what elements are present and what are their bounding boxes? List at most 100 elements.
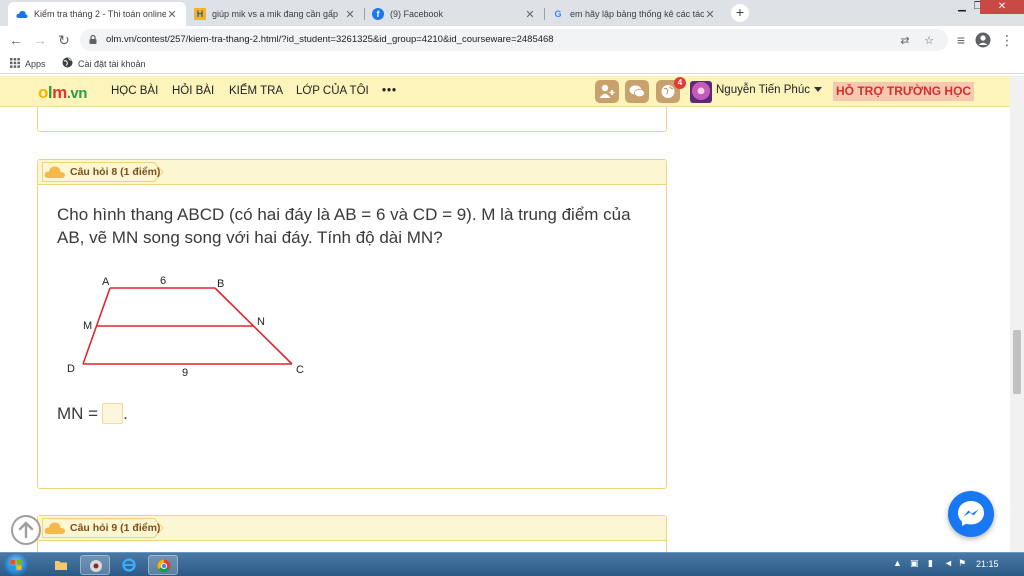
taskbar-ie[interactable] [114,555,144,575]
logo-domain: .vn [66,85,88,102]
question-text: Cho hình thang ABCD (có hai đáy là AB = … [57,205,631,247]
bookmark-apps[interactable]: Apps [10,57,46,71]
globe-notification-icon [661,85,675,98]
volume-icon[interactable]: ◄ [944,558,953,568]
question-label: Câu hỏi 8 (1 điểm) [70,166,161,178]
tab-google[interactable]: G em hãy lập bảng thống kê các tác ✕ [544,2,724,26]
close-tab-icon[interactable]: ✕ [524,8,536,21]
messenger-chat-button[interactable] [948,491,994,537]
nav-kiem-tra[interactable]: KIỂM TRA [229,85,283,97]
olm-logo[interactable]: olm.vn [38,83,87,103]
url-bar[interactable]: olm.vn/contest/257/kiem-tra-thang-2.html… [80,29,948,51]
apps-grid-icon [10,57,20,71]
vertex-label-c: C [296,364,304,376]
avatar[interactable] [690,81,712,103]
messages-button[interactable] [625,80,649,103]
chrome-icon [157,559,171,573]
taskbar-clock[interactable]: 21:15 [976,559,999,569]
close-tab-icon[interactable]: ✕ [344,8,356,21]
cloud-icon [44,522,66,534]
tray-expand-icon[interactable]: ▲ [893,558,902,568]
star-icon[interactable]: ☆ [922,34,936,48]
google-icon: G [554,9,562,19]
nav-hoc-bai[interactable]: HỌC BÀI [111,85,158,97]
bookmarks-bar: Apps Cài đặt tài khoản [0,54,1024,74]
start-button[interactable] [4,554,28,576]
vertex-label-a: A [102,276,110,288]
question-card-8: Câu hỏi 8 (1 điểm) Cho hình thang ABCD (… [37,159,667,489]
profile-icon[interactable] [974,31,992,49]
scrollbar-thumb[interactable] [1013,330,1021,394]
network-icon[interactable]: ▣ [910,558,919,569]
question-card-9: Câu hỏi 9 (1 điểm) [37,515,667,552]
length-label-ab: 6 [160,275,166,287]
point-label-m: M [83,320,92,332]
page-scrollbar[interactable] [1010,76,1024,552]
notification-count-badge: 4 [674,77,686,89]
address-bar-row: ← → ↻ olm.vn/contest/257/kiem-tra-thang-… [0,26,1024,54]
site-navbar: olm.vn HỌC BÀI HỎI BÀI KIỂM TRA LỚP CỦA … [0,76,1010,107]
taskbar-app-2[interactable] [80,555,110,575]
question-label-tag: Câu hỏi 9 (1 điểm) [42,518,180,538]
windows-taskbar: ▲ ▣ ▮ ◄ ⚑ 21:15 [0,552,1024,576]
tab-title: giúp mik vs a mik đang cần gấp [212,9,339,19]
tab-hoc24[interactable]: H giúp mik vs a mik đang cần gấp ✕ [186,2,364,26]
vertex-label-d: D [67,363,75,375]
reload-icon[interactable]: ↻ [55,31,73,49]
folder-icon [55,561,67,570]
chat-bubbles-icon [629,85,645,98]
answer-prefix: MN = [57,403,99,423]
cloud-icon [44,166,66,178]
battery-icon[interactable]: ▮ [928,558,933,569]
bookmark-account-settings[interactable]: Cài đặt tài khoản [62,57,146,71]
tab-title: (9) Facebook [390,9,444,19]
globe-icon [62,57,73,71]
answer-suffix: . [123,403,128,423]
question-header: Câu hỏi 9 (1 điểm) [38,516,666,541]
scroll-to-top-button[interactable] [11,515,41,545]
tab-facebook[interactable]: f (9) Facebook ✕ [364,2,544,26]
logo-letter: m [52,83,67,102]
messenger-icon [958,501,984,526]
nav-more[interactable]: ••• [382,85,397,97]
forward-arrow-icon[interactable]: → [31,31,49,49]
taskbar-chrome[interactable] [148,555,178,575]
close-tab-icon[interactable]: ✕ [166,8,178,21]
flag-icon[interactable]: ⚑ [958,558,966,569]
support-schools-button[interactable]: HỖ TRỢ TRƯỜNG HỌC [833,82,975,101]
page-content: Câu hỏi 8 (1 điểm) Cho hình thang ABCD (… [0,107,1010,552]
chevron-down-icon[interactable] [814,87,822,92]
back-arrow-icon[interactable]: ← [7,31,25,49]
question-header: Câu hỏi 8 (1 điểm) [38,160,666,185]
tab-title: Kiểm tra tháng 2 - Thi toán online [34,9,166,19]
url-text: olm.vn/contest/257/kiem-tra-thang-2.html… [106,34,554,45]
close-window-icon[interactable]: ✕ [980,0,1024,14]
user-plus-icon [599,84,615,98]
username[interactable]: Nguyễn Tiến Phúc [716,84,810,96]
point-label-n: N [257,316,265,328]
vertex-label-b: B [217,278,224,290]
previous-question-card [37,107,667,132]
app-icon [90,560,102,572]
new-tab-button[interactable]: + [731,4,749,22]
browser-tab-strip: Kiểm tra tháng 2 - Thi toán online ✕ H g… [0,0,1024,26]
logo-letter: o [38,83,48,102]
question-label-tag: Câu hỏi 8 (1 điểm) [42,162,180,182]
nav-hoi-bai[interactable]: HỎI BÀI [172,85,214,97]
taskbar-explorer[interactable] [46,555,76,575]
reading-list-icon[interactable]: ≡ [952,31,970,49]
answer-row: MN = . [57,403,128,424]
trapezoid-diagram: A B C D M N 6 9 [67,275,304,379]
hoc24-icon: H [194,8,206,20]
answer-input[interactable] [102,403,124,424]
add-friend-button[interactable] [595,80,619,103]
windows-logo-icon [10,560,22,570]
translate-icon[interactable]: ⇄ [898,34,912,48]
facebook-icon: f [372,8,384,20]
lock-icon [89,35,97,44]
nav-lop-cua-toi[interactable]: LỚP CỦA TÔI [296,85,369,97]
tab-olm[interactable]: Kiểm tra tháng 2 - Thi toán online ✕ [8,2,186,26]
menu-dots-icon[interactable]: ⋮ [998,31,1016,49]
internet-explorer-icon [122,558,136,572]
close-tab-icon[interactable]: ✕ [704,8,716,21]
